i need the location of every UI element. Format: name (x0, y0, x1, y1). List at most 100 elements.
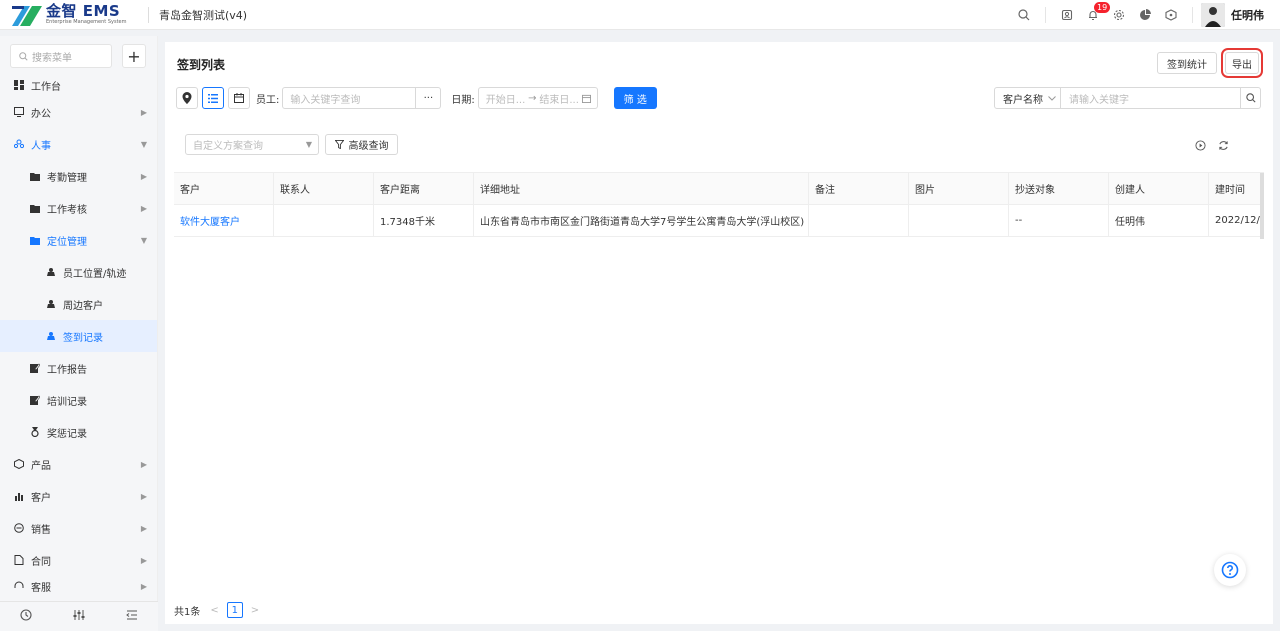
column-header[interactable]: 详细地址 (474, 173, 809, 204)
sidebar-item-location[interactable]: 定位管理 ▼ (0, 224, 157, 256)
pie-chart-icon[interactable] (1132, 0, 1158, 30)
add-button[interactable]: + (122, 44, 146, 68)
keyword-search-button[interactable] (1241, 87, 1261, 109)
sidebar-item-work-report[interactable]: 工作报告 (0, 352, 157, 384)
search-icon (19, 51, 28, 61)
cube-icon[interactable] (1158, 0, 1184, 30)
avatar[interactable] (1201, 2, 1225, 27)
header-separator (1045, 6, 1046, 23)
table-header: 客户 联系人 客户距离 详细地址 备注 图片 抄送对象 创建人 建时间 (174, 173, 1264, 205)
sidebar-item-customers[interactable]: 客户 ▶ (0, 480, 157, 512)
table-cell: -- (1009, 205, 1109, 236)
search-field-select[interactable]: 客户名称 (994, 87, 1061, 109)
history-icon[interactable] (20, 609, 32, 624)
contacts-icon[interactable] (1054, 0, 1080, 30)
table-cell (909, 205, 1009, 236)
sidebar-item-contracts[interactable]: 合同 ▶ (0, 544, 157, 576)
circle-minus-icon (11, 523, 27, 533)
bell-icon[interactable]: 19 (1080, 0, 1111, 30)
main-panel: 签到列表 签到统计 导出 员工: 输入关键字查询 ··· 日期: 开始日... … (165, 42, 1273, 624)
column-header[interactable]: 建时间 (1209, 173, 1264, 204)
sliders-icon[interactable] (73, 609, 85, 624)
next-page-button[interactable]: > (251, 605, 259, 616)
dashboard-icon (11, 80, 27, 90)
date-range-input[interactable]: 开始日... → 结束日... (477, 87, 598, 109)
sidebar-item-assessment[interactable]: 工作考核 ▶ (0, 192, 157, 224)
map-view-button[interactable] (176, 87, 198, 109)
sidebar-item-office[interactable]: 办公 ▶ (0, 96, 157, 128)
medal-icon (27, 427, 43, 437)
search-icon[interactable] (1011, 0, 1037, 30)
column-header[interactable]: 图片 (909, 173, 1009, 204)
sidebar-item-nearby-customers[interactable]: 周边客户 (0, 288, 157, 320)
box-icon (11, 459, 27, 469)
chevron-right-icon: ▶ (140, 459, 147, 469)
refresh-icon[interactable] (1218, 140, 1229, 154)
chevron-right-icon: ▶ (140, 555, 147, 565)
map-pin-icon (43, 267, 59, 277)
sidebar-item-attendance[interactable]: 考勤管理 ▶ (0, 160, 157, 192)
logo-subtitle: Enterprise Management System (46, 19, 127, 25)
table-cell: 2022/12/1 1 (1215, 215, 1264, 226)
collapse-menu-icon[interactable] (125, 609, 138, 624)
folder-open-icon (27, 236, 43, 245)
customer-link[interactable]: 软件大厦客户 (174, 205, 274, 236)
page-number[interactable]: 1 (226, 602, 243, 618)
sidebar-item-service[interactable]: 客服 ▶ (0, 576, 157, 596)
user-name[interactable]: 任明伟 (1231, 7, 1264, 23)
column-header[interactable]: 联系人 (274, 173, 374, 204)
page-title: 签到列表 (177, 58, 226, 72)
sidebar-menu: 工作台 办公 ▶ 人事 ▼ 考勤管理 ▶ 工作考核 ▶ 定位管理 ▼ 员工位置/… (0, 74, 157, 596)
chevron-right-icon: ▶ (140, 203, 147, 213)
checkin-stats-button[interactable]: 签到统计 (1157, 52, 1217, 74)
gear-icon[interactable] (1106, 0, 1132, 30)
calendar-view-button[interactable] (228, 87, 250, 109)
list-icon (208, 93, 218, 103)
table-cell: 任明伟 (1109, 205, 1209, 236)
list-view-button[interactable] (202, 87, 224, 109)
play-icon[interactable] (1195, 140, 1206, 154)
horizontal-scrollbar[interactable] (1260, 173, 1264, 239)
prev-page-button[interactable]: < (210, 605, 218, 616)
export-button[interactable]: 导出 (1221, 48, 1263, 78)
edit-icon (27, 363, 43, 373)
column-header[interactable]: 抄送对象 (1009, 173, 1109, 204)
sidebar-item-training[interactable]: 培训记录 (0, 384, 157, 416)
logo-mark-icon (12, 4, 42, 26)
filter-bar: 员工: 输入关键字查询 ··· 日期: 开始日... → 结束日... 筛 选 (176, 87, 657, 109)
sidebar-item-sales[interactable]: 销售 ▶ (0, 512, 157, 544)
table-cell (809, 205, 909, 236)
logo-title: 金智 EMS (46, 2, 121, 20)
column-header[interactable]: 客户 (174, 173, 274, 204)
query-bar: 自定义方案查询 ▼ 高级查询 (185, 134, 398, 155)
sidebar-item-products[interactable]: 产品 ▶ (0, 448, 157, 480)
sidebar-item-hr[interactable]: 人事 ▼ (0, 128, 157, 160)
column-header[interactable]: 创建人 (1109, 173, 1209, 204)
column-header[interactable]: 备注 (809, 173, 909, 204)
company-name[interactable]: 青岛金智测试(v4) (159, 7, 247, 23)
menu-search-placeholder: 搜索菜单 (32, 52, 72, 64)
map-pin-icon (43, 299, 59, 309)
employee-input[interactable]: 输入关键字查询 (282, 87, 417, 109)
menu-search-input[interactable]: 搜索菜单 (10, 44, 112, 68)
sidebar-item-workbench[interactable]: 工作台 (0, 74, 157, 96)
location-pin-icon (182, 92, 192, 104)
help-button[interactable] (1214, 554, 1246, 586)
sidebar-item-checkin-records[interactable]: 签到记录 (0, 320, 157, 352)
employee-label: 员工: (256, 94, 280, 106)
logo[interactable]: 金智 EMS Enterprise Management System (12, 4, 138, 26)
table-row[interactable]: 软件大厦客户 1.7348千米 山东省青岛市市南区金门路街道青岛大学7号学生公寓… (174, 205, 1264, 237)
column-header[interactable]: 客户距离 (374, 173, 474, 204)
employee-more-button[interactable]: ··· (416, 87, 442, 109)
sidebar-footer (0, 601, 158, 631)
header-divider (148, 6, 149, 23)
sidebar-item-employee-track[interactable]: 员工位置/轨迹 (0, 256, 157, 288)
custom-scheme-select[interactable]: 自定义方案查询 ▼ (185, 134, 319, 155)
date-label: 日期: (451, 94, 475, 106)
checkin-table: 客户 联系人 客户距离 详细地址 备注 图片 抄送对象 创建人 建时间 软件大厦… (174, 172, 1264, 239)
sidebar-item-rewards[interactable]: 奖惩记录 (0, 416, 157, 448)
document-icon (11, 555, 27, 565)
advanced-query-button[interactable]: 高级查询 (325, 134, 398, 155)
filter-button[interactable]: 筛 选 (613, 87, 657, 109)
keyword-input[interactable]: 请输入关键字 (1061, 87, 1241, 109)
